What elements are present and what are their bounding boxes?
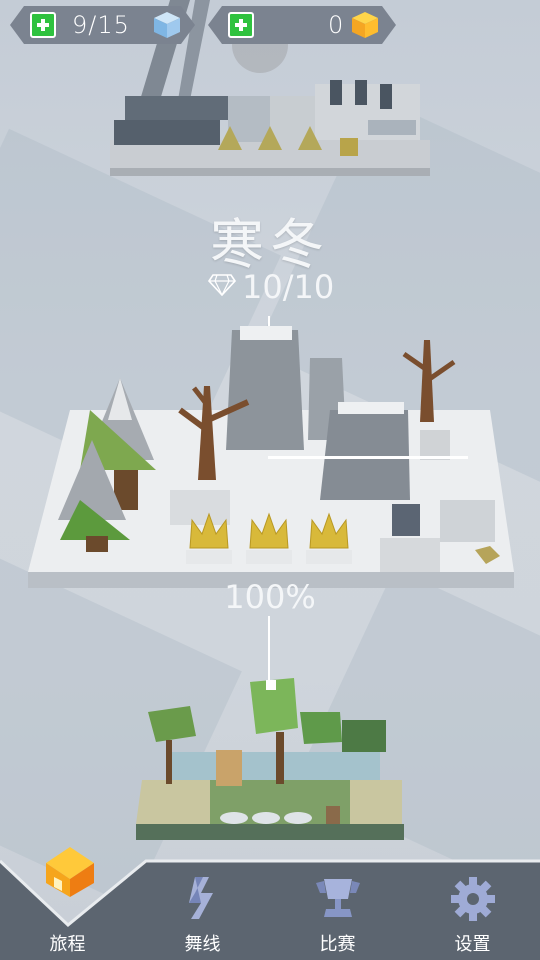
gem-count: 0	[328, 11, 345, 39]
gem-progress-text: 10/10	[242, 268, 335, 306]
blue-cube-icon	[152, 10, 182, 40]
house-icon	[46, 847, 94, 897]
nav-tab-settings[interactable]: 设置	[405, 855, 540, 960]
nav-tab-dance-line[interactable]: 舞线	[135, 855, 270, 960]
gear-icon	[451, 877, 495, 921]
add-gems-button[interactable]	[228, 12, 254, 38]
crown-icon-2	[246, 512, 292, 564]
gold-cube-icon	[350, 10, 380, 40]
trophy-icon	[316, 879, 360, 917]
add-cubes-button[interactable]	[30, 12, 56, 38]
nav-tab-competition[interactable]: 比赛	[270, 855, 405, 960]
diamond-icon	[208, 274, 236, 296]
level-diorama-winter[interactable]	[20, 310, 520, 600]
nav-label-settings: 设置	[454, 934, 491, 955]
cube-counter-bar: 9/15	[10, 6, 195, 44]
dance-line-icon	[189, 877, 213, 919]
bottom-nav: 旅程 舞线 比赛 设置	[0, 847, 540, 960]
level-gem-progress: 10/10	[206, 268, 336, 308]
nav-label-competition: 比赛	[319, 934, 356, 955]
cube-count: 9/15	[72, 11, 130, 39]
nav-label-journey: 旅程	[49, 934, 86, 955]
gem-counter-bar: 0	[208, 6, 396, 44]
crown-icon-1	[186, 512, 232, 564]
level-progress-text: 100%	[224, 578, 316, 616]
crown-icon-3	[306, 512, 352, 564]
nav-label-dance-line: 舞线	[184, 934, 221, 955]
nav-tab-journey[interactable]: 旅程	[0, 847, 135, 960]
level-diorama-spring[interactable]	[130, 672, 410, 842]
